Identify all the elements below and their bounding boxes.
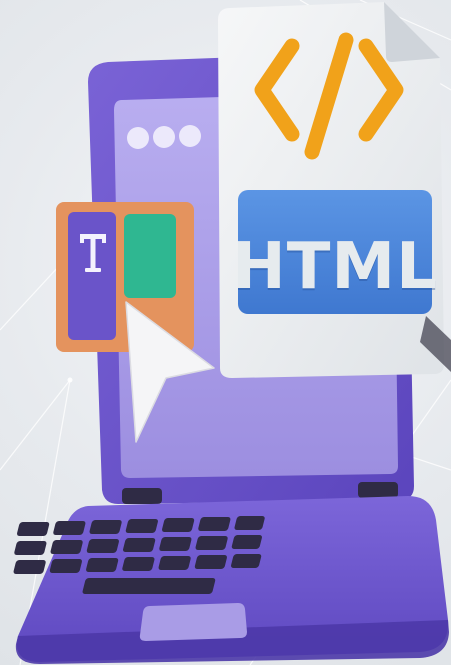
trackpad: [139, 603, 247, 641]
html-badge-text: HTML: [232, 230, 438, 304]
window-dots-icon: [127, 125, 201, 149]
html-illustration: HTML: [0, 0, 451, 665]
tool-panel: [56, 202, 194, 352]
illustration-canvas: [0, 0, 451, 665]
